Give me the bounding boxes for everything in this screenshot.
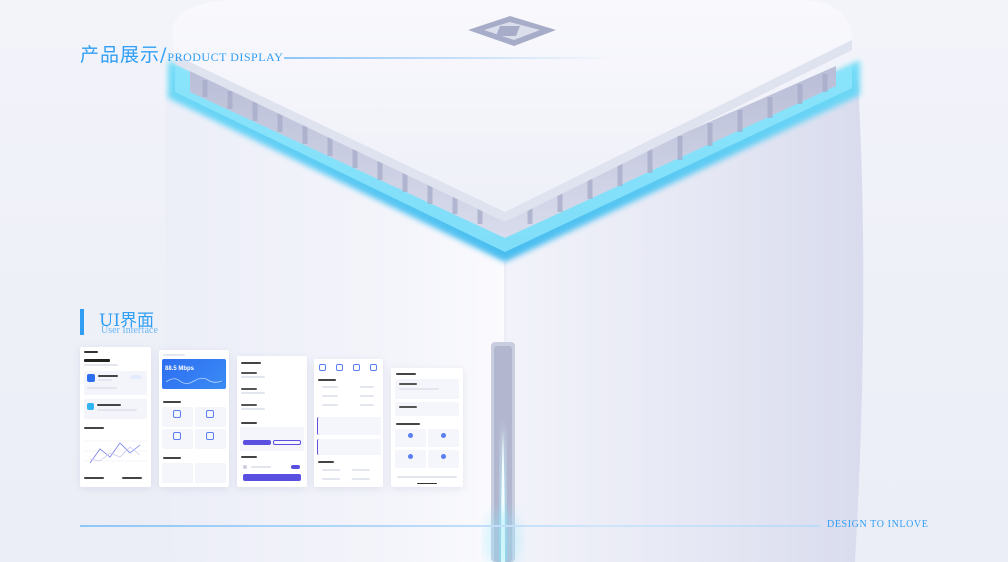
ui-screen-mesh bbox=[391, 368, 463, 487]
ui-section-accent-bar bbox=[80, 309, 84, 335]
title-underline bbox=[284, 57, 614, 59]
section-title-en: PRODUCT DISPLAY bbox=[167, 50, 284, 64]
section-title-cn: 产品展示 bbox=[80, 44, 161, 66]
section-title: 产品展示/PRODUCT DISPLAY bbox=[80, 40, 283, 67]
footer-tagline: DESIGN TO INLOVE bbox=[827, 519, 929, 530]
traffic-chart bbox=[84, 440, 147, 464]
speed-value: 88.5 Mbps bbox=[165, 366, 195, 372]
ui-screen-home bbox=[80, 347, 151, 487]
ui-screen-network bbox=[314, 359, 383, 487]
router-render bbox=[165, 0, 864, 562]
ui-screen-devices bbox=[237, 356, 307, 487]
ui-section-title-en: User Interface bbox=[101, 325, 158, 336]
footer-divider bbox=[80, 525, 820, 527]
ui-screen-speed: 88.5 Mbps bbox=[159, 350, 229, 487]
